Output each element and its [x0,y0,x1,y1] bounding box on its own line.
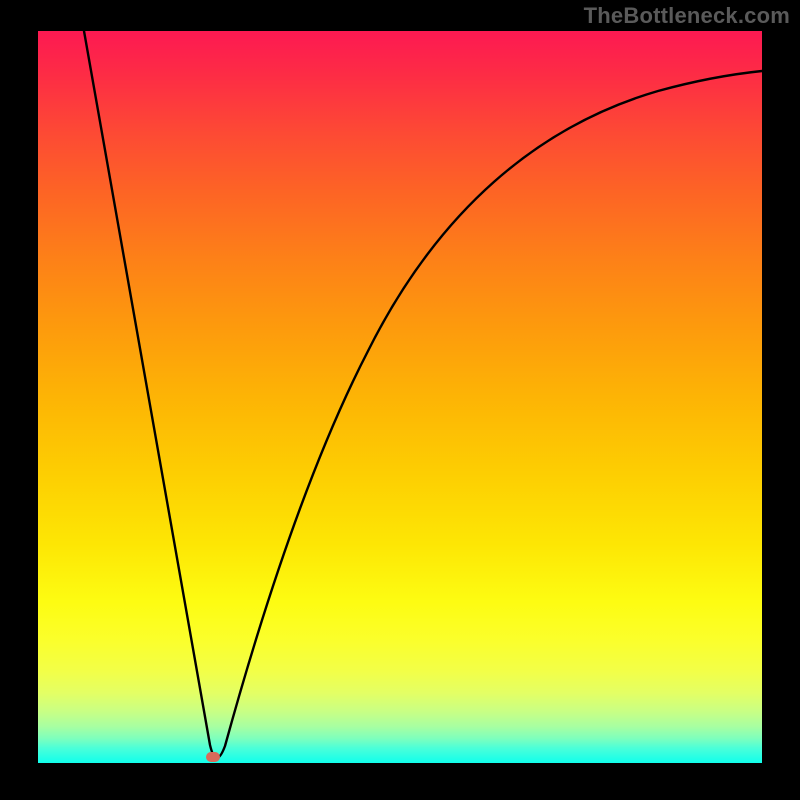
curve-layer [38,31,762,763]
attribution-text: TheBottleneck.com [584,3,790,29]
plot-area [38,31,762,763]
bottleneck-curve [84,31,762,758]
chart-container: TheBottleneck.com [0,0,800,800]
minimum-marker [206,752,220,762]
